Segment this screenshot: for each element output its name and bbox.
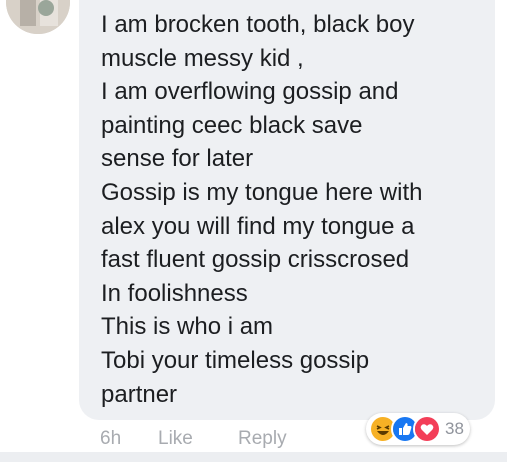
- comment-text: I am brocken tooth, black boy muscle mes…: [101, 8, 481, 411]
- avatar-image: [6, 0, 70, 34]
- like-button[interactable]: Like: [158, 428, 193, 450]
- reactions-summary[interactable]: 38: [366, 413, 470, 445]
- comment-line: I am overflowing gossip and: [101, 78, 399, 106]
- love-icon: [413, 415, 441, 443]
- divider: [0, 452, 507, 462]
- timestamp[interactable]: 6h: [100, 428, 121, 450]
- avatar[interactable]: [6, 0, 70, 34]
- comment-line: partner: [101, 380, 178, 408]
- comment-line: I am brocken tooth, black boy: [101, 11, 415, 38]
- reply-button[interactable]: Reply: [238, 428, 287, 450]
- comment-line: Tobi your timeless gossip: [101, 346, 370, 374]
- comment-line: This is who i am: [101, 313, 274, 341]
- reaction-count: 38: [445, 419, 464, 438]
- comment-line: In foolishness: [101, 279, 248, 307]
- comment-line: muscle messy kid ,: [101, 44, 304, 72]
- comment-line: painting ceec black save: [101, 111, 363, 139]
- comment-line: sense for later: [101, 145, 254, 173]
- comment-line: fast fluent gossip crisscrosed: [101, 246, 410, 274]
- comment-line: Gossip is my tongue here with: [101, 178, 423, 206]
- comment-line: alex you will find my tongue a: [101, 212, 415, 240]
